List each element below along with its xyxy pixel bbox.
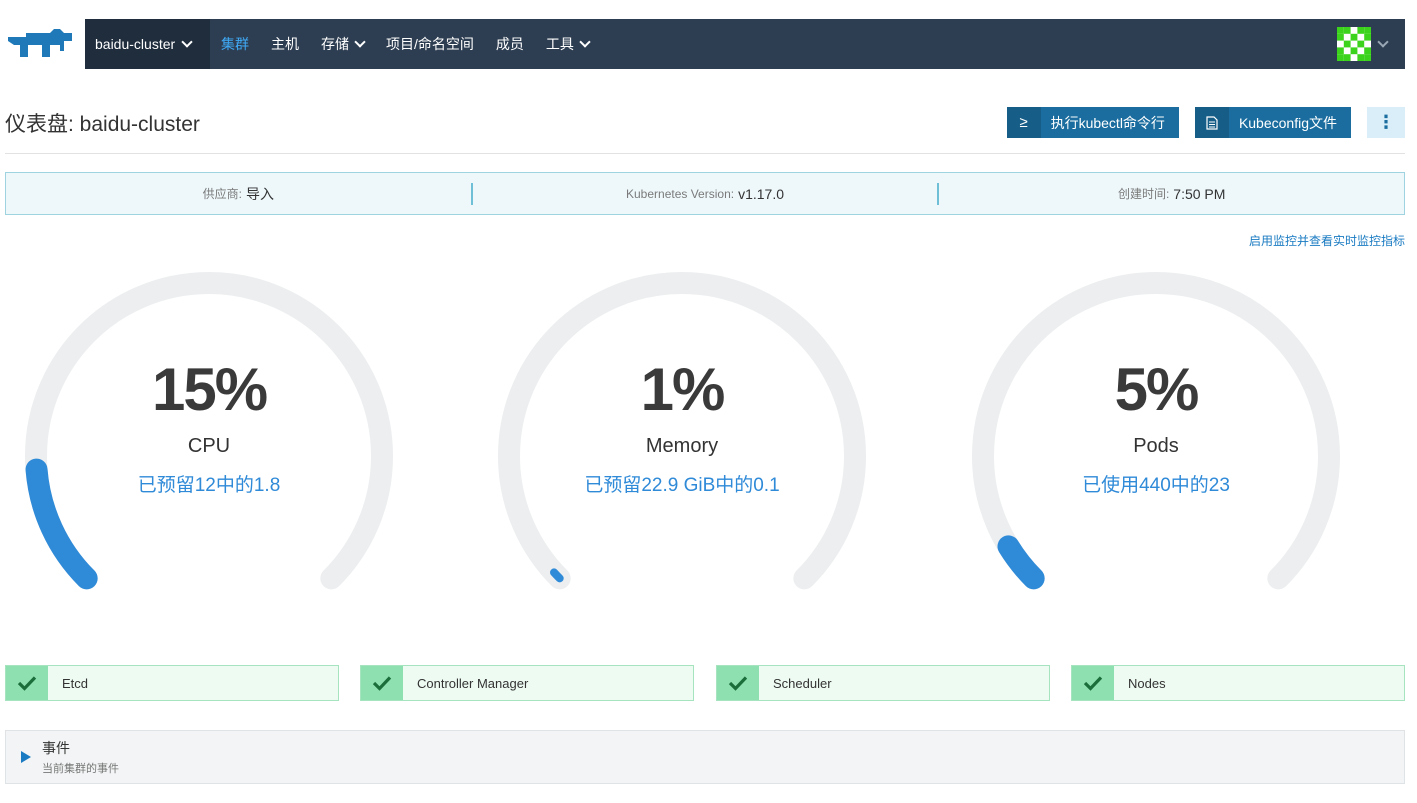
events-subtitle: 当前集群的事件: [42, 763, 119, 775]
gauge-memory: 1% Memory 已预留22.9 GiB中的0.1: [472, 260, 892, 600]
rancher-logo[interactable]: [6, 27, 74, 61]
status-etcd: Etcd: [5, 665, 339, 701]
main-nav: baidu-cluster 集群 主机 存储 项目/命名空间 成员 工具: [85, 19, 1405, 69]
header-actions: ≥ 执行kubectl命令行 Kubeconfig文件 ⋮: [1006, 107, 1405, 138]
nav-item-tools[interactable]: 工具: [535, 19, 600, 69]
gauge-value: 1%: [640, 356, 726, 423]
chevron-down-icon: [181, 35, 193, 48]
nav-item-storage[interactable]: 存储: [310, 19, 375, 69]
kubeconfig-button[interactable]: Kubeconfig文件: [1194, 107, 1351, 138]
gauge-track: [25, 272, 393, 590]
gauge-fill: [997, 535, 1045, 590]
info-created: 创建时间: 7:50 PM: [937, 182, 1404, 205]
check-icon: [6, 666, 48, 700]
gauge-fill: [550, 568, 564, 583]
page-title: 仪表盘: baidu-cluster: [5, 113, 200, 136]
gauge-cpu-chart: [25, 272, 393, 590]
terminal-icon: ≥: [1006, 107, 1041, 138]
gauge-value: 15%: [151, 356, 268, 423]
status-controller-manager: Controller Manager: [360, 665, 694, 701]
events-panel[interactable]: 事件 当前集群的事件: [5, 730, 1405, 784]
cluster-name: baidu-cluster: [95, 36, 176, 52]
info-k8s-version: Kubernetes Version: v1.17.0: [470, 182, 938, 205]
cluster-info-bar: 供应商: 导入 Kubernetes Version: v1.17.0 创建时间…: [5, 172, 1405, 215]
gauge-pods: 5% Pods 已使用440中的23: [946, 260, 1366, 600]
chevron-down-icon: [579, 35, 591, 48]
check-icon: [361, 666, 403, 700]
gauge-memory-chart: [498, 272, 866, 590]
more-actions-button[interactable]: ⋮: [1367, 107, 1405, 138]
info-provider: 供应商: 导入: [202, 185, 274, 202]
chevron-down-icon[interactable]: [1377, 35, 1389, 48]
check-icon: [1072, 666, 1114, 700]
kubectl-shell-button[interactable]: ≥ 执行kubectl命令行: [1006, 107, 1179, 138]
status-scheduler: Scheduler: [716, 665, 1050, 701]
header-divider: [5, 153, 1405, 154]
gauge-cpu: 15% CPU 已预留12中的1.8: [0, 260, 419, 600]
check-icon: [717, 666, 759, 700]
gauge-detail: 已预留12中的1.8: [137, 475, 281, 496]
nav-item-projects[interactable]: 项目/命名空间: [375, 19, 485, 69]
gauge-track: [972, 272, 1340, 590]
gauge-label: Memory: [645, 435, 719, 457]
enable-monitoring-link[interactable]: 启用监控并查看实时监控指标: [1249, 232, 1405, 249]
kubectl-shell-label: 执行kubectl命令行: [1050, 114, 1165, 131]
cluster-selector[interactable]: baidu-cluster: [85, 19, 210, 69]
gauge-label: Pods: [1133, 435, 1179, 457]
expand-triangle-icon: [21, 751, 31, 763]
gauge-detail: 已预留22.9 GiB中的0.1: [584, 475, 780, 496]
kebab-icon: ⋮: [1377, 112, 1395, 132]
nav-item-members[interactable]: 成员: [485, 19, 535, 69]
gauge-label: CPU: [187, 435, 231, 457]
user-avatar[interactable]: [1337, 27, 1371, 61]
nav-item-cluster[interactable]: 集群: [210, 19, 260, 69]
status-nodes: Nodes: [1071, 665, 1405, 701]
nav-item-hosts[interactable]: 主机: [260, 19, 310, 69]
kubeconfig-label: Kubeconfig文件: [1238, 114, 1337, 131]
events-title: 事件: [42, 740, 70, 756]
top-bar: baidu-cluster 集群 主机 存储 项目/命名空间 成员 工具: [0, 0, 1417, 86]
chevron-down-icon: [354, 35, 366, 48]
gauge-detail: 已使用440中的23: [1082, 475, 1230, 496]
gauge-value: 5%: [1114, 356, 1200, 423]
file-icon: [1194, 107, 1229, 138]
gauge-track: [498, 272, 866, 590]
gauge-pods-chart: [972, 272, 1340, 590]
